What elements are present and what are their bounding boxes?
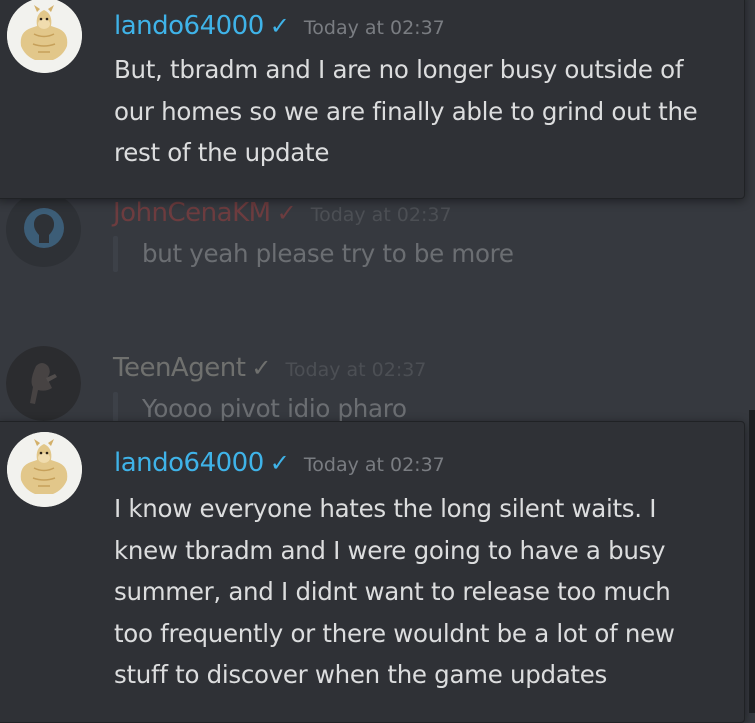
- message-text: I know everyone hates the long silent wa…: [114, 494, 675, 689]
- dark-figure-avatar[interactable]: [6, 346, 81, 421]
- message-card: lando64000 ✓ Today at 02:37 But, tbradm an…: [0, 0, 745, 199]
- message-header: lando64000 ✓ Today at 02:37: [114, 11, 445, 41]
- scrollbar[interactable]: [749, 410, 755, 713]
- message-header: lando64000 ✓ Today at 02:37: [114, 448, 445, 478]
- timestamp: Today at 02:37: [310, 204, 452, 226]
- username[interactable]: JohnCenaKM: [113, 198, 271, 228]
- muscular-doge-avatar[interactable]: [7, 0, 82, 73]
- verified-check-icon: ✓: [269, 449, 290, 477]
- message-text: But, tbradm and I are no longer busy out…: [114, 55, 698, 167]
- timestamp: Today at 02:37: [303, 17, 445, 39]
- verified-check-icon: ✓: [251, 354, 272, 382]
- message-header: JohnCenaKM ✓ Today at 02:37: [113, 198, 452, 228]
- quote-bar: [113, 236, 118, 272]
- timestamp: Today at 02:37: [303, 454, 445, 476]
- username[interactable]: TeenAgent: [113, 353, 246, 383]
- verified-check-icon: ✓: [276, 199, 297, 227]
- username[interactable]: lando64000: [114, 11, 264, 41]
- timestamp: Today at 02:37: [285, 359, 427, 381]
- verified-check-icon: ✓: [269, 12, 290, 40]
- username[interactable]: lando64000: [114, 448, 264, 478]
- muscular-doge-avatar[interactable]: [7, 432, 82, 507]
- message-header: TeenAgent ✓ Today at 02:37: [113, 353, 426, 383]
- message-card: lando64000 ✓ Today at 02:37 I know everyon…: [0, 421, 745, 723]
- message-text: but yeah please try to be more: [142, 239, 514, 268]
- user-silhouette-avatar[interactable]: [6, 192, 81, 267]
- quote-bar: [113, 392, 118, 422]
